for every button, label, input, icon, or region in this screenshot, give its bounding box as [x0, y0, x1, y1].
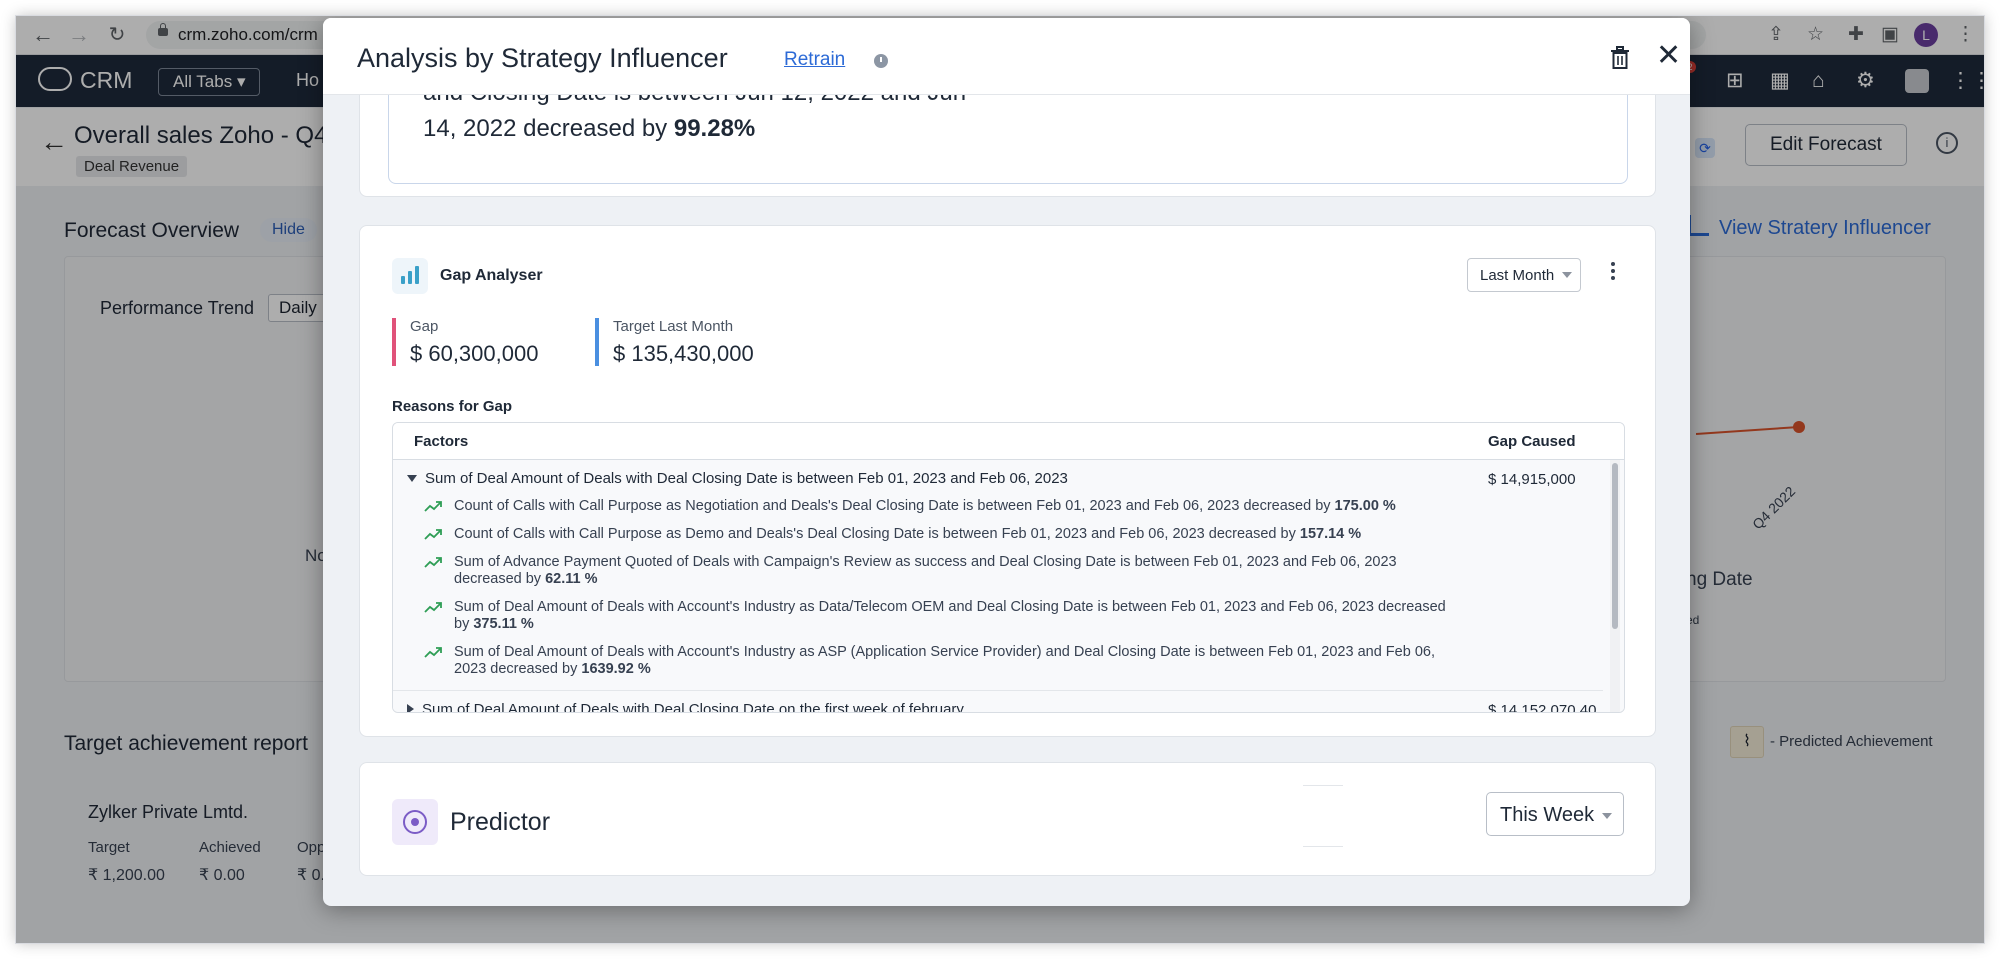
previous-insight-percentage: 99.28%	[673, 115, 756, 142]
factors-column-header: Factors	[414, 433, 469, 450]
modal-header: Analysis by Strategy Influencer Retrain …	[323, 18, 1690, 95]
factor-row: Sum of Deal Amount of Deals with Account…	[424, 599, 1454, 633]
strategy-influencer-modal: Analysis by Strategy Influencer Retrain …	[323, 18, 1690, 906]
reasons-table: Factors Gap Caused Sum of Deal Amount of…	[392, 422, 1625, 713]
factor-percentage: 175.00 %	[1334, 498, 1396, 514]
target-last-month-value: $ 135,430,000	[613, 341, 754, 366]
factor-percentage: 1639.92 %	[581, 661, 651, 677]
gap-value: $ 60,300,000	[410, 341, 539, 366]
predictor-title: Predictor	[450, 808, 551, 836]
factor-row: Sum of Deal Amount of Deals with Account…	[424, 644, 1454, 678]
factor-row: Count of Calls with Call Purpose as Nego…	[424, 498, 1454, 515]
trend-up-icon	[424, 602, 442, 613]
trend-up-icon	[424, 501, 442, 512]
predictor-period-label: This Week	[1500, 804, 1595, 826]
screen-frame: ← → ↻ crm.zoho.com/crm ⇪ ☆ ✚ ▣ L ⋮ CRM A…	[16, 16, 1984, 943]
previous-insight-box: and Closing Date is between Jun 12, 2022…	[388, 95, 1628, 184]
divider	[1303, 785, 1343, 847]
expand-icon	[407, 704, 414, 712]
gap-metric: Gap $ 60,300,000	[392, 318, 538, 366]
factor-percentage: 375.11 %	[473, 616, 534, 632]
table-body[interactable]: Sum of Deal Amount of Deals with Deal Cl…	[393, 460, 1624, 712]
factor-row: Count of Calls with Call Purpose as Demo…	[424, 526, 1454, 543]
previous-insight-line2: 14, 2022 decreased by 99.28%	[423, 115, 755, 143]
close-icon[interactable]: ✕	[1656, 41, 1681, 71]
trend-up-icon	[424, 647, 442, 658]
retrain-link[interactable]: Retrain	[784, 49, 845, 71]
factor-percentage: 157.14 %	[1299, 526, 1362, 542]
group-label: Sum of Deal Amount of Deals with Deal Cl…	[422, 701, 964, 713]
trash-icon[interactable]	[1610, 46, 1630, 70]
modal-title: Analysis by Strategy Influencer	[357, 43, 728, 73]
gap-analyser-card: Gap Analyser Last Month Gap $ 60,300,000…	[359, 225, 1656, 737]
factor-text: Count of Calls with Call Purpose as Nego…	[454, 498, 1335, 514]
group-gap-value: $ 14,152,070.40	[1488, 702, 1597, 713]
previous-insight-text: 14, 2022 decreased by	[423, 115, 674, 142]
table-scrollbar-thumb[interactable]	[1612, 463, 1618, 629]
group-gap-value: $ 14,915,000	[1488, 471, 1576, 488]
target-last-month-label: Target Last Month	[613, 318, 734, 335]
factor-text: Sum of Deal Amount of Deals with Account…	[454, 599, 1446, 632]
trend-up-icon	[424, 529, 442, 540]
gap-caused-column-header: Gap Caused	[1488, 433, 1576, 450]
table-header: Factors Gap Caused	[393, 423, 1624, 460]
group-row-collapsed[interactable]: Sum of Deal Amount of Deals with Deal Cl…	[407, 701, 964, 713]
period-dropdown-label: Last Month	[1480, 267, 1555, 284]
group-label: Sum of Deal Amount of Deals with Deal Cl…	[425, 470, 1068, 487]
group-row-expanded[interactable]: Sum of Deal Amount of Deals with Deal Cl…	[407, 470, 1068, 487]
row-divider	[393, 690, 1603, 691]
previous-insight-card: and Closing Date is between Jun 12, 2022…	[359, 95, 1656, 197]
gap-analyser-title: Gap Analyser	[440, 267, 543, 284]
factor-row: Sum of Advance Payment Quoted of Deals w…	[424, 554, 1454, 588]
chevron-down-icon	[1562, 272, 1573, 278]
period-dropdown[interactable]: Last Month	[1467, 258, 1581, 292]
collapse-icon	[407, 475, 417, 482]
trend-up-icon	[424, 557, 442, 568]
kebab-menu-icon[interactable]	[1611, 262, 1615, 283]
predictor-period-dropdown[interactable]: This Week	[1486, 792, 1624, 836]
factor-percentage: 62.11 %	[545, 571, 598, 587]
chevron-down-icon	[1602, 813, 1613, 819]
target-icon	[392, 799, 438, 845]
predictor-card: Predictor This Week	[359, 762, 1656, 876]
target-metric: Target Last Month $ 135,430,000	[595, 318, 754, 366]
reasons-for-gap-title: Reasons for Gap	[392, 398, 513, 415]
previous-insight-line1: and Closing Date is between Jun 12, 2022…	[423, 95, 966, 107]
bar-chart-icon	[392, 258, 428, 294]
clock-icon[interactable]	[874, 54, 888, 68]
factor-text: Count of Calls with Call Purpose as Demo…	[454, 526, 1300, 542]
gap-label: Gap	[410, 318, 439, 335]
modal-body: and Closing Date is between Jun 12, 2022…	[323, 95, 1690, 906]
